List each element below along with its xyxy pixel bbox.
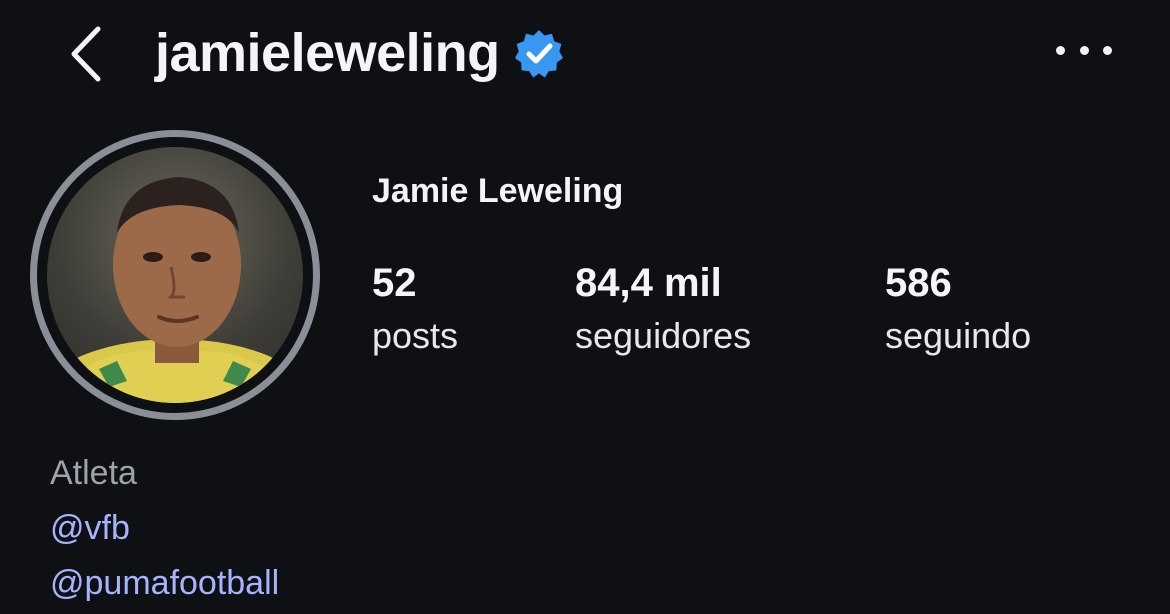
profile-username: jamieleweling — [155, 23, 500, 83]
stat-value: 84,4 mil — [575, 261, 722, 305]
username-row: jamieleweling — [155, 18, 564, 88]
profile-display-name: Jamie Leweling — [372, 172, 624, 210]
profile-header: jamieleweling — [0, 0, 1170, 110]
more-horizontal-icon-dot — [1103, 45, 1112, 55]
avatar — [47, 147, 303, 403]
stat-value: 586 — [885, 261, 952, 305]
more-horizontal-icon-dot — [1079, 45, 1089, 55]
stat-following[interactable]: 586 seguindo — [885, 258, 1031, 360]
chevron-left-icon — [71, 26, 101, 82]
stat-value: 52 — [372, 261, 417, 305]
avatar-story-ring[interactable] — [30, 130, 320, 420]
bio-mention-pumafootball[interactable]: @pumafootball — [50, 556, 279, 611]
bio-mention-vfb[interactable]: @vfb — [50, 501, 279, 556]
back-button[interactable] — [58, 22, 114, 86]
more-horizontal-icon — [1056, 45, 1065, 55]
more-options-button[interactable] — [1056, 28, 1112, 72]
profile-bio: Atleta @vfb @pumafootball — [50, 446, 279, 611]
bio-category: Atleta — [50, 454, 137, 492]
verified-badge-icon — [514, 28, 564, 78]
stat-label: seguindo — [885, 315, 1032, 356]
stat-label: posts — [372, 315, 459, 356]
stat-followers[interactable]: 84,4 mil seguidores — [575, 258, 751, 360]
stat-posts[interactable]: 52 posts — [372, 258, 458, 360]
avatar-photo — [47, 177, 303, 403]
stat-label: seguidores — [575, 315, 752, 356]
